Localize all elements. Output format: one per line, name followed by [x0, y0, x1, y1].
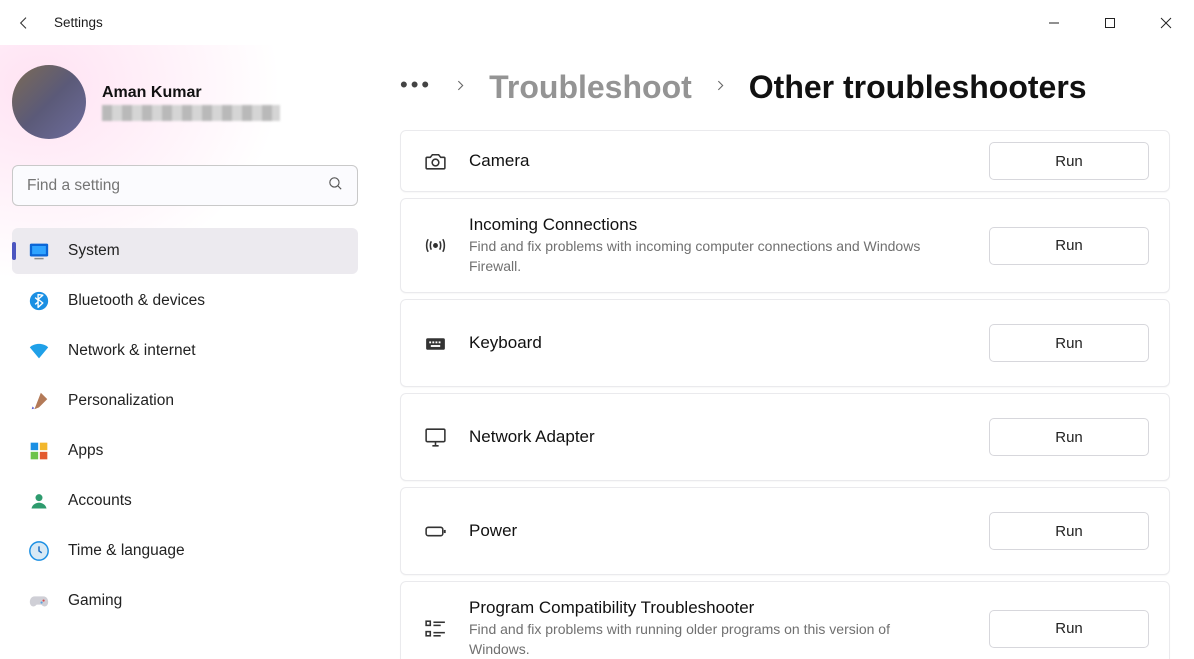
- chevron-right-icon: [714, 79, 727, 97]
- sidebar-item-apps[interactable]: Apps: [12, 428, 358, 474]
- card-text: Camera: [469, 135, 989, 187]
- sidebar-item-gaming[interactable]: Gaming: [12, 578, 358, 624]
- list-icon: [421, 615, 449, 643]
- window-controls: [1026, 0, 1194, 45]
- chevron-right-icon: [454, 79, 467, 97]
- search-input[interactable]: [12, 165, 358, 206]
- breadcrumb-overflow-icon[interactable]: •••: [400, 72, 432, 104]
- keyboard-icon: [421, 329, 449, 357]
- card-title: Keyboard: [469, 333, 969, 353]
- run-button[interactable]: Run: [989, 610, 1149, 648]
- troubleshooter-card-keyboard: Keyboard Run: [400, 299, 1170, 387]
- card-text: Program Compatibility Troubleshooter Fin…: [469, 582, 989, 659]
- breadcrumb-current: Other troubleshooters: [749, 69, 1087, 106]
- card-title: Camera: [469, 151, 969, 171]
- troubleshooter-card-power: Power Run: [400, 487, 1170, 575]
- bluetooth-icon: [28, 290, 50, 312]
- sidebar-item-label: Gaming: [68, 592, 122, 610]
- system-icon: [28, 240, 50, 262]
- run-button[interactable]: Run: [989, 142, 1149, 180]
- breadcrumb: ••• Troubleshoot Other troubleshooters: [400, 69, 1170, 106]
- antenna-icon: [421, 232, 449, 260]
- card-title: Network Adapter: [469, 427, 969, 447]
- profile-block[interactable]: Aman Kumar: [10, 55, 360, 159]
- sidebar-item-label: System: [68, 242, 120, 260]
- card-title: Program Compatibility Troubleshooter: [469, 598, 969, 618]
- sidebar-item-label: Time & language: [68, 542, 185, 560]
- troubleshooter-card-camera: Camera Run: [400, 130, 1170, 192]
- troubleshooter-card-adapter: Network Adapter Run: [400, 393, 1170, 481]
- run-button[interactable]: Run: [989, 418, 1149, 456]
- sidebar: Aman Kumar System Bluetooth & devices Ne…: [0, 45, 370, 659]
- sidebar-item-label: Network & internet: [68, 342, 196, 360]
- search-wrap: [12, 165, 358, 206]
- app-title: Settings: [54, 15, 103, 30]
- card-title: Incoming Connections: [469, 215, 969, 235]
- monitor-icon: [421, 423, 449, 451]
- card-text: Power: [469, 505, 989, 557]
- card-text: Incoming Connections Find and fix proble…: [469, 199, 989, 292]
- sidebar-item-system[interactable]: System: [12, 228, 358, 274]
- titlebar-left: Settings: [16, 15, 103, 31]
- avatar: [12, 65, 86, 139]
- wifi-icon: [28, 340, 50, 362]
- run-button[interactable]: Run: [989, 324, 1149, 362]
- battery-icon: [421, 517, 449, 545]
- breadcrumb-parent[interactable]: Troubleshoot: [489, 69, 692, 106]
- search-icon: [327, 175, 344, 197]
- person-icon: [28, 490, 50, 512]
- sidebar-item-label: Apps: [68, 442, 103, 460]
- gamepad-icon: [28, 590, 50, 612]
- back-button[interactable]: [16, 15, 32, 31]
- clock-icon: [28, 540, 50, 562]
- troubleshooter-card-compat: Program Compatibility Troubleshooter Fin…: [400, 581, 1170, 659]
- brush-icon: [28, 390, 50, 412]
- sidebar-item-bluetooth[interactable]: Bluetooth & devices: [12, 278, 358, 324]
- troubleshooter-card-incoming: Incoming Connections Find and fix proble…: [400, 198, 1170, 293]
- card-title: Power: [469, 521, 969, 541]
- sidebar-item-time[interactable]: Time & language: [12, 528, 358, 574]
- sidebar-item-label: Accounts: [68, 492, 132, 510]
- close-button[interactable]: [1138, 0, 1194, 45]
- profile-name: Aman Kumar: [102, 84, 280, 102]
- profile-text: Aman Kumar: [102, 84, 280, 121]
- card-text: Keyboard: [469, 317, 989, 369]
- sidebar-item-label: Bluetooth & devices: [68, 292, 205, 310]
- sidebar-item-network[interactable]: Network & internet: [12, 328, 358, 374]
- run-button[interactable]: Run: [989, 512, 1149, 550]
- sidebar-item-label: Personalization: [68, 392, 174, 410]
- sidebar-item-accounts[interactable]: Accounts: [12, 478, 358, 524]
- card-subtitle: Find and fix problems with incoming comp…: [469, 237, 929, 276]
- sidebar-item-personalization[interactable]: Personalization: [12, 378, 358, 424]
- content-area: ••• Troubleshoot Other troubleshooters C…: [370, 45, 1194, 659]
- maximize-button[interactable]: [1082, 0, 1138, 45]
- run-button[interactable]: Run: [989, 227, 1149, 265]
- profile-email-redacted: [102, 105, 280, 121]
- minimize-button[interactable]: [1026, 0, 1082, 45]
- card-subtitle: Find and fix problems with running older…: [469, 620, 929, 659]
- apps-icon: [28, 440, 50, 462]
- card-text: Network Adapter: [469, 411, 989, 463]
- titlebar: Settings: [0, 0, 1194, 45]
- camera-icon: [421, 147, 449, 175]
